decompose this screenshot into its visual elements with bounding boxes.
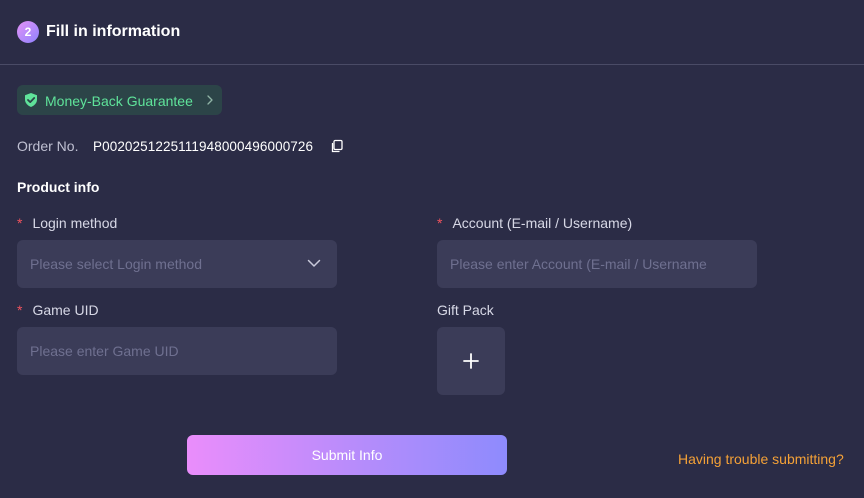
gift-pack-upload-button[interactable] (437, 327, 505, 395)
shield-check-icon (25, 93, 37, 107)
required-marker: * (17, 302, 23, 318)
account-label: * Account (E-mail / Username) (437, 215, 632, 231)
login-method-select[interactable]: Please select Login method (17, 240, 337, 288)
step-number-badge: 2 (17, 21, 39, 43)
section-title: Fill in information (46, 23, 181, 40)
account-label-text: Account (E-mail / Username) (452, 215, 633, 231)
chevron-right-icon (207, 95, 213, 105)
game-uid-label: * Game UID (17, 302, 99, 318)
required-marker: * (437, 215, 443, 231)
game-uid-input[interactable] (17, 327, 337, 375)
required-marker: * (17, 215, 23, 231)
login-method-label-text: Login method (32, 215, 118, 231)
login-method-placeholder: Please select Login method (30, 256, 202, 272)
order-number-label: Order No. (17, 138, 79, 154)
submit-info-button[interactable]: Submit Info (187, 435, 507, 475)
fill-info-panel: 2 Fill in information Money-Back Guarant… (0, 0, 864, 498)
money-back-guarantee-badge[interactable]: Money-Back Guarantee (17, 85, 222, 115)
section-header: 2 Fill in information (0, 0, 864, 65)
product-info-title: Product info (17, 179, 100, 195)
guarantee-label: Money-Back Guarantee (45, 93, 193, 109)
gift-pack-label: Gift Pack (437, 302, 494, 318)
account-input[interactable] (437, 240, 757, 288)
order-number-value: P0020251225111948000496000726 (93, 139, 314, 154)
plus-icon (463, 353, 479, 369)
login-method-label: * Login method (17, 215, 117, 231)
copy-icon[interactable] (330, 139, 344, 153)
trouble-submitting-link[interactable]: Having trouble submitting? (678, 451, 844, 467)
chevron-down-icon (307, 259, 321, 267)
game-uid-label-text: Game UID (32, 302, 99, 318)
